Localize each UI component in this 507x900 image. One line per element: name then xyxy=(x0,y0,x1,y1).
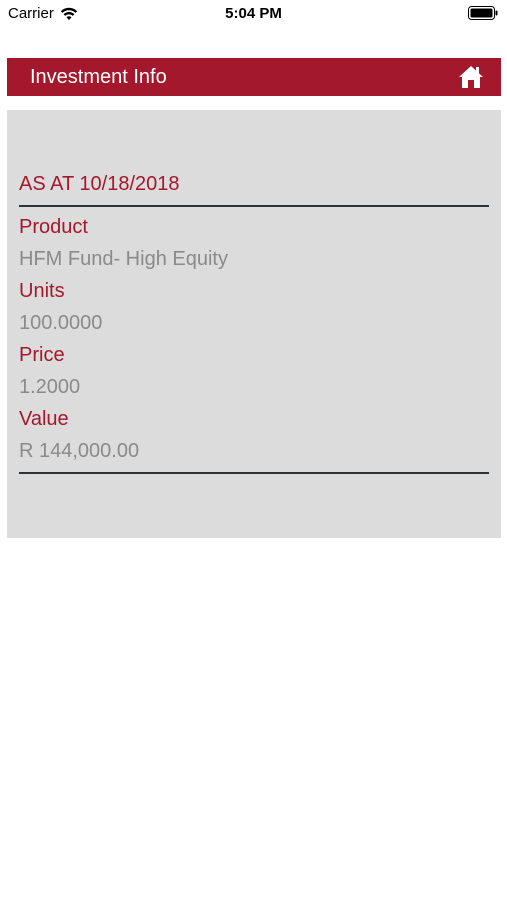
units-label: Units xyxy=(19,280,65,302)
home-icon[interactable] xyxy=(458,65,484,89)
product-value: HFM Fund- High Equity xyxy=(19,248,228,270)
status-bar: Carrier 5:04 PM xyxy=(0,0,507,28)
as-at-date: AS AT 10/18/2018 xyxy=(19,173,180,195)
units-value: 100.0000 xyxy=(19,312,103,334)
investment-info-panel: AS AT 10/18/2018 Product HFM Fund- High … xyxy=(7,110,501,538)
value-amount: R 144,000.00 xyxy=(19,440,140,462)
page-title: Investment Info xyxy=(30,66,167,88)
price-label: Price xyxy=(19,344,65,366)
product-label: Product xyxy=(19,216,88,238)
battery-icon xyxy=(468,6,498,20)
divider xyxy=(19,205,489,207)
price-value: 1.2000 xyxy=(19,376,81,398)
navigation-bar: Investment Info xyxy=(7,58,501,96)
value-label: Value xyxy=(19,408,69,430)
status-time: 5:04 PM xyxy=(225,5,282,22)
divider xyxy=(19,472,489,474)
